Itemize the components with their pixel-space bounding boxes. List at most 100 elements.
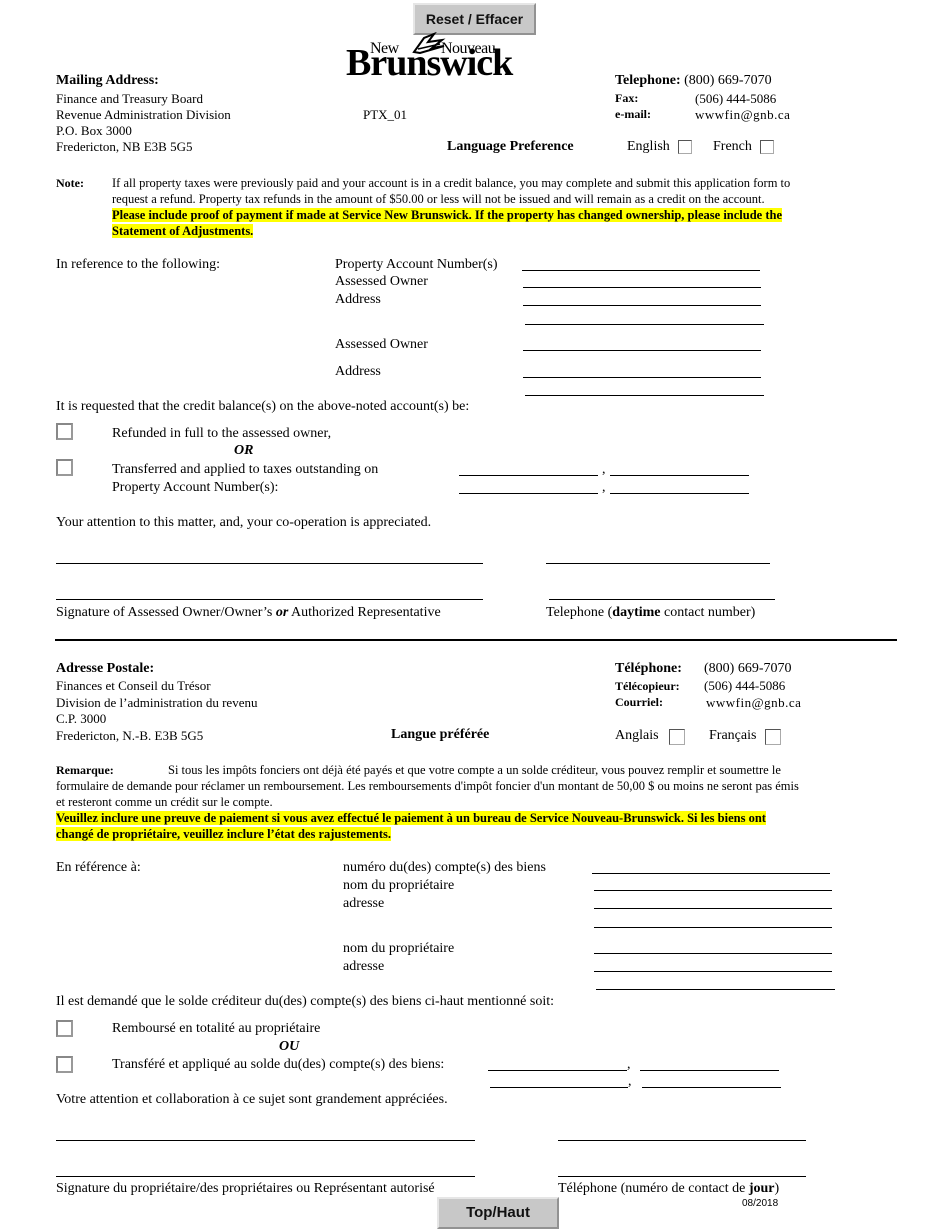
transfer-account-field-1[interactable] (459, 475, 598, 476)
francais-label: Français (709, 728, 757, 743)
french-checkbox[interactable] (760, 140, 774, 154)
english-checkbox[interactable] (678, 140, 692, 154)
telephone-field[interactable] (546, 563, 770, 564)
field-label: Address (335, 292, 381, 307)
fax-value: (506) 444-5086 (695, 91, 777, 106)
transfer-account-field-2[interactable] (610, 475, 749, 476)
remarque-line: et resteront comme un crédit sur le comp… (56, 795, 273, 809)
signature-label-pre: Signature of Assessed Owner/Owner’s (56, 605, 276, 620)
remarque-highlight: Veuillez inclure une preuve de paiement … (56, 810, 766, 826)
comma: , (627, 1057, 631, 1072)
transfere-account-field-4[interactable] (642, 1087, 781, 1088)
email-value: wwwfin@gnb.ca (695, 107, 791, 122)
section-divider (55, 639, 897, 641)
new-brunswick-logo: New Nouveau Brunswick (346, 32, 531, 84)
ou-label: OU (279, 1039, 300, 1054)
remarque-line: formulaire de demande pour réclamer un r… (56, 779, 799, 793)
nom-proprietaire-field[interactable] (594, 890, 832, 891)
adresse-line: C.P. 3000 (56, 711, 107, 726)
field-fr-label: adresse (343, 959, 385, 974)
francais-checkbox[interactable] (765, 729, 781, 745)
anglais-checkbox[interactable] (669, 729, 685, 745)
reset-button[interactable]: Reset / Effacer (413, 3, 536, 35)
phone-label-post: contact number) (660, 605, 756, 620)
adresse-field-2[interactable] (594, 971, 832, 972)
address-field[interactable] (523, 305, 761, 306)
adresse-field-2-line2[interactable] (596, 989, 835, 990)
remarque-line: Si tous les impôts fonciers ont déjà été… (168, 763, 781, 777)
field-label: Address (335, 364, 381, 379)
telephone-fr-field[interactable] (558, 1140, 806, 1141)
remarque-highlight-text: changé de propriétaire, veuillez inclure… (56, 827, 392, 841)
anglais-label: Anglais (615, 728, 659, 743)
remarque-highlight: changé de propriétaire, veuillez inclure… (56, 826, 392, 842)
note-highlight-text: Please include proof of payment if made … (112, 208, 783, 222)
property-account-number-field[interactable] (522, 270, 760, 271)
langue-preferee-label: Langue préférée (391, 727, 490, 742)
signature-fr-field[interactable] (56, 1140, 475, 1141)
signature-fr-label: Signature du propriétaire/des propriétai… (56, 1181, 435, 1196)
form-code: PTX_01 (363, 107, 408, 122)
telephone-fr-field-2[interactable] (558, 1176, 806, 1177)
signature-fr-field-2[interactable] (56, 1176, 475, 1177)
telephone-label: Telephone: (615, 73, 681, 88)
adresse-line: Fredericton, N.-B. E3B 5G5 (56, 728, 204, 743)
rembourse-checkbox[interactable] (56, 1020, 73, 1037)
french-label: French (713, 139, 752, 154)
mailing-line: Fredericton, NB E3B 5G5 (56, 139, 193, 154)
field-fr-label: numéro du(des) compte(s) des biens (343, 860, 546, 875)
mailing-line: P.O. Box 3000 (56, 123, 132, 138)
signature-field-2[interactable] (56, 599, 483, 600)
assessed-owner-field-2[interactable] (523, 350, 761, 351)
logo-brunswick-text: Brunswick (346, 42, 513, 84)
transfere-option-label: Transféré et appliqué au solde du(des) c… (112, 1057, 445, 1072)
remarque-highlight-text: Veuillez inclure une preuve de paiement … (56, 811, 766, 825)
telephone: Telephone: (800) 669-7070 (615, 73, 772, 89)
fax-fr-value: (506) 444-5086 (704, 678, 786, 693)
address-field-2[interactable] (523, 377, 761, 378)
address-field-2-line2[interactable] (525, 395, 764, 396)
reference-label: In reference to the following: (56, 257, 221, 272)
remarque-label: Remarque: (56, 763, 114, 777)
field-label: Assessed Owner (335, 274, 428, 289)
transfere-account-field-1[interactable] (488, 1070, 627, 1071)
numero-compte-field[interactable] (592, 873, 830, 874)
field-label: Assessed Owner (335, 337, 428, 352)
reference-fr-label: En référence à: (56, 860, 141, 875)
transfer-checkbox[interactable] (56, 459, 73, 476)
transfere-account-field-2[interactable] (640, 1070, 779, 1071)
address-field-line2[interactable] (525, 324, 764, 325)
assessed-owner-field[interactable] (523, 287, 761, 288)
top-button[interactable]: Top/Haut (437, 1197, 559, 1229)
transfere-checkbox[interactable] (56, 1056, 73, 1073)
appreciation-fr-text: Votre attention et collaboration à ce su… (56, 1092, 448, 1107)
phone-fr-bold: jour (748, 1181, 775, 1196)
request-text: It is requested that the credit balance(… (56, 399, 470, 414)
courriel-label: Courriel: (615, 695, 663, 709)
transfer-account-field-4[interactable] (610, 493, 749, 494)
note-highlight: Please include proof of payment if made … (112, 207, 783, 223)
nom-proprietaire-field-2[interactable] (594, 953, 832, 954)
fax-fr-label: Télécopieur: (615, 679, 680, 693)
phone-label-pre: Telephone ( (546, 605, 613, 620)
form-date: 08/2018 (742, 1198, 779, 1209)
adresse-postale-heading: Adresse Postale: (56, 661, 155, 676)
transfer-option-label-2: Property Account Number(s): (112, 480, 279, 495)
telephone-field-2[interactable] (549, 599, 775, 600)
fax-label: Fax: (615, 91, 639, 105)
transfer-account-field-3[interactable] (459, 493, 598, 494)
signature-field[interactable] (56, 563, 483, 564)
signature-label: Signature of Assessed Owner/Owner’s or A… (56, 605, 441, 621)
transfere-account-field-3[interactable] (490, 1087, 628, 1088)
refund-checkbox[interactable] (56, 423, 73, 440)
mailing-line: Revenue Administration Division (56, 107, 231, 122)
field-label: Property Account Number(s) (335, 257, 498, 272)
or-label: OR (234, 443, 254, 458)
rembourse-option-label: Remboursé en totalité au propriétaire (112, 1021, 321, 1036)
telephone-fr-label-line: Téléphone (numéro de contact de jour) (558, 1181, 779, 1197)
telephone-value: (800) 669-7070 (684, 73, 772, 88)
mailing-address-heading: Mailing Address: (56, 73, 159, 88)
appreciation-text: Your attention to this matter, and, your… (56, 515, 432, 530)
adresse-field[interactable] (594, 908, 832, 909)
adresse-field-line2[interactable] (594, 927, 832, 928)
